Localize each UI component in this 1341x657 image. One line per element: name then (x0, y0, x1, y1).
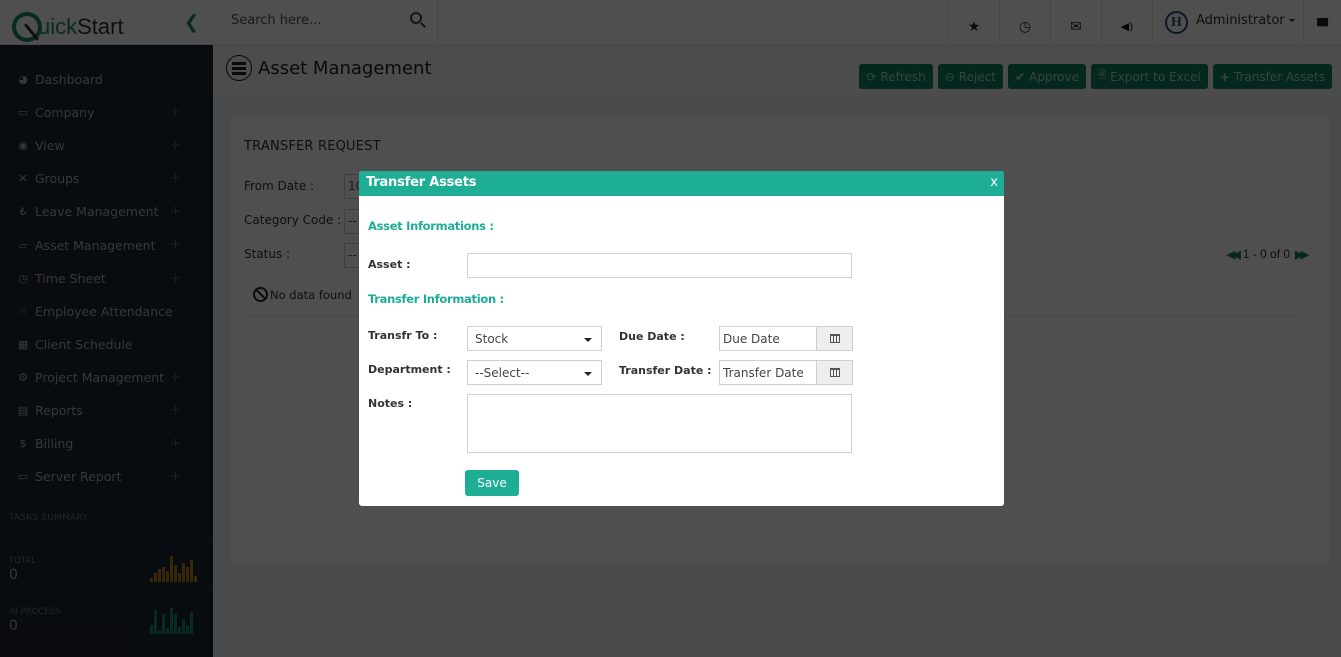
caret-down-icon (584, 338, 592, 342)
due-date-input[interactable] (719, 326, 817, 351)
transfer-to-label: Transfr To : (368, 329, 438, 342)
department-select[interactable]: --Select-- (467, 360, 602, 385)
calendar-icon (829, 368, 840, 377)
transfer-date-input[interactable] (719, 360, 817, 385)
department-value: --Select-- (475, 366, 530, 380)
transfer-date-label: Transfer Date : (619, 364, 712, 377)
notes-label: Notes : (368, 397, 413, 410)
notes-textarea[interactable] (467, 394, 852, 453)
transfer-to-value: Stock (475, 332, 509, 346)
due-date-calendar-button[interactable] (817, 326, 853, 351)
modal-title: Transfer Assets (366, 175, 477, 190)
transfer-date-calendar-button[interactable] (817, 360, 853, 385)
save-button[interactable]: Save (465, 470, 519, 496)
transfer-to-select[interactable]: Stock (467, 326, 602, 351)
modal-header: Transfer Assets x (359, 171, 1004, 196)
due-date-field (719, 326, 853, 351)
due-date-label: Due Date : (619, 330, 685, 343)
department-label: Department : (368, 363, 451, 376)
asset-label: Asset : (368, 258, 411, 271)
transfer-assets-modal: Transfer Assets x Asset Informations : A… (359, 171, 1004, 506)
transfer-info-section-title: Transfer Information : (368, 292, 504, 306)
transfer-date-field (719, 360, 853, 385)
asset-info-section-title: Asset Informations : (368, 219, 494, 233)
caret-down-icon (584, 372, 592, 376)
calendar-icon (829, 334, 840, 343)
asset-input[interactable] (467, 253, 852, 278)
close-icon[interactable]: x (990, 175, 998, 190)
